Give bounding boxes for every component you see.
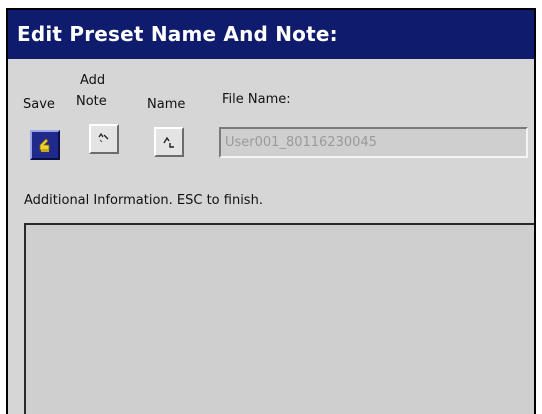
add-note-button[interactable] — [89, 124, 119, 154]
note-edit-icon — [98, 132, 109, 143]
additional-info-label: Additional Information. ESC to finish. — [24, 193, 263, 208]
rename-icon — [163, 136, 174, 148]
name-button[interactable] — [154, 127, 184, 157]
file-name-label: File Name: — [222, 92, 291, 107]
additional-info-textarea[interactable] — [24, 223, 534, 414]
add-note-label-line1: Add — [80, 73, 106, 88]
edit-preset-dialog: Edit Preset Name And Note: Save Add Note… — [6, 8, 536, 414]
save-button[interactable] — [30, 130, 60, 160]
save-document-icon — [34, 134, 56, 156]
file-name-field[interactable]: User001_80116230045 — [219, 127, 528, 158]
name-label: Name — [147, 97, 186, 112]
dialog-title: Edit Preset Name And Note: — [8, 10, 534, 59]
add-note-label-line2: Note — [76, 94, 107, 109]
save-label: Save — [23, 97, 55, 112]
